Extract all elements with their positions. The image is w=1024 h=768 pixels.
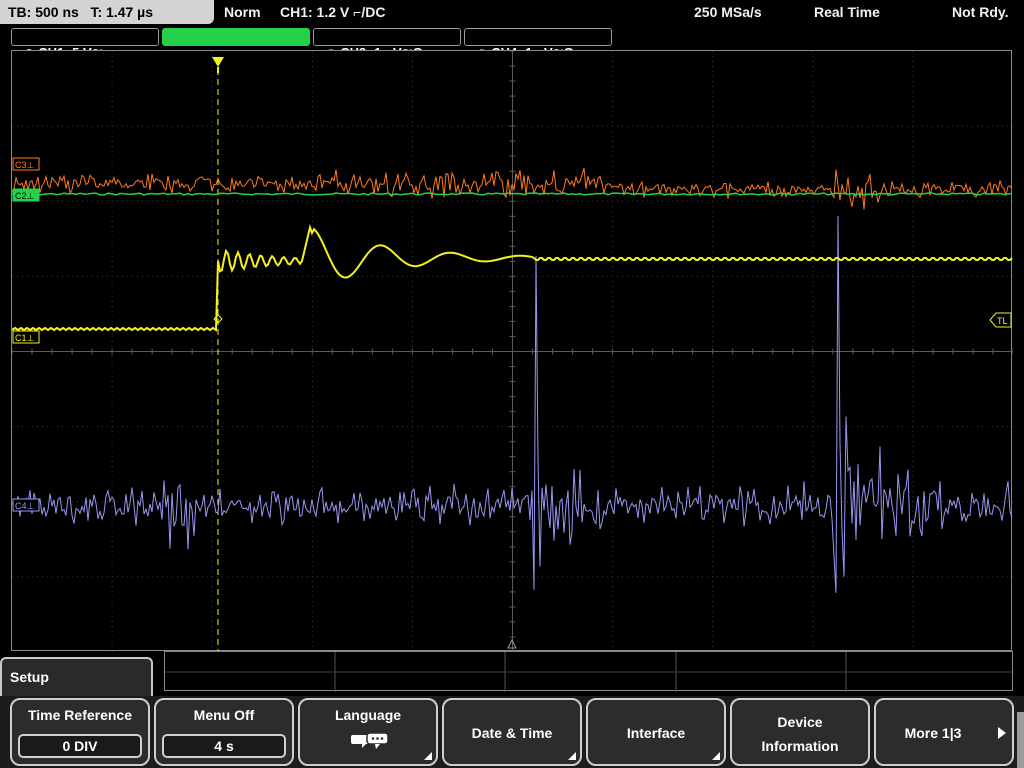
graticule [12, 51, 1013, 652]
interface-label: Interface [626, 725, 686, 741]
channel-tab-ch1[interactable]: CH1: 5 V≅ [11, 28, 159, 60]
timebase-readout[interactable]: TB: 500 ns T: 1.47 µs [0, 0, 214, 24]
c3-marker[interactable]: C3⊥ [12, 157, 40, 171]
c2-marker[interactable]: C2⊥ [12, 188, 40, 202]
c2-marker-label: C2⊥ [15, 191, 35, 201]
date-time-button[interactable]: Date & Time [442, 698, 582, 766]
trigger-source[interactable]: CH1: 1.2 V ⌐/DC [280, 0, 385, 24]
c4-marker-label: C4⊥ [15, 501, 35, 511]
submenu-corner-icon [568, 752, 576, 760]
softkey-menu-bar: Time Reference 0 DIV Menu Off 4 s Langua… [0, 696, 1024, 768]
trigger-mode[interactable]: Norm [224, 0, 261, 24]
next-page-arrow-icon [998, 727, 1006, 739]
waveform-display[interactable]: C3⊥ C2⊥ C1⊥ C4⊥ TL [11, 50, 1013, 652]
acquisition-mode: Real Time [814, 4, 880, 20]
zoom-strip-canvas [165, 652, 1014, 692]
c3-marker-label: C3⊥ [15, 160, 35, 170]
trigger-position-icon[interactable] [212, 57, 224, 67]
setup-menu-title: Setup [10, 669, 49, 685]
time-reference-value: 0 DIV [18, 734, 142, 758]
menu-scroll-edge [1017, 712, 1024, 768]
trigger-level-label: TL [997, 316, 1008, 326]
date-time-label: Date & Time [471, 725, 553, 741]
zoom-overview-strip[interactable] [164, 651, 1014, 692]
interface-button[interactable]: Interface [586, 698, 726, 766]
menu-off-label: Menu Off [193, 707, 255, 723]
submenu-corner-icon [424, 752, 432, 760]
channel-tab-ch3[interactable]: CH3: 1mV≅Ω [313, 28, 461, 60]
device-information-line2: Information [761, 738, 839, 754]
submenu-corner-icon [712, 752, 720, 760]
waveform-canvas: C3⊥ C2⊥ C1⊥ C4⊥ TL [12, 51, 1013, 652]
more-button[interactable]: More 1|3 [874, 698, 1014, 766]
speech-bubbles-icon [351, 732, 389, 749]
c1-marker[interactable]: C1⊥ [12, 330, 40, 344]
c4-marker[interactable]: C4⊥ [12, 498, 40, 512]
time-reference-label: Time Reference [27, 707, 132, 723]
time-reference-button[interactable]: Time Reference 0 DIV [10, 698, 150, 766]
c1-marker-label: C1⊥ [15, 333, 35, 343]
status-bar: TB: 500 ns T: 1.47 µs Norm CH1: 1.2 V ⌐/… [0, 0, 1024, 25]
trigger-level-marker[interactable]: TL [989, 312, 1012, 328]
menu-off-button[interactable]: Menu Off 4 s [154, 698, 294, 766]
channel-tab-ch2[interactable]: CH2: 20 mV≅Ω [162, 28, 310, 60]
ready-status: Not Rdy. [952, 4, 1009, 20]
channel-tab-ch4[interactable]: CH4: 1mV≅Ω [464, 28, 612, 60]
device-information-button[interactable]: Device Information [730, 698, 870, 766]
menu-off-value: 4 s [162, 734, 286, 758]
language-button[interactable]: Language [298, 698, 438, 766]
sample-rate: 250 MSa/s [694, 4, 762, 20]
language-label: Language [334, 707, 402, 723]
device-information-line1: Device [777, 714, 823, 730]
more-label: More 1|3 [904, 725, 962, 741]
